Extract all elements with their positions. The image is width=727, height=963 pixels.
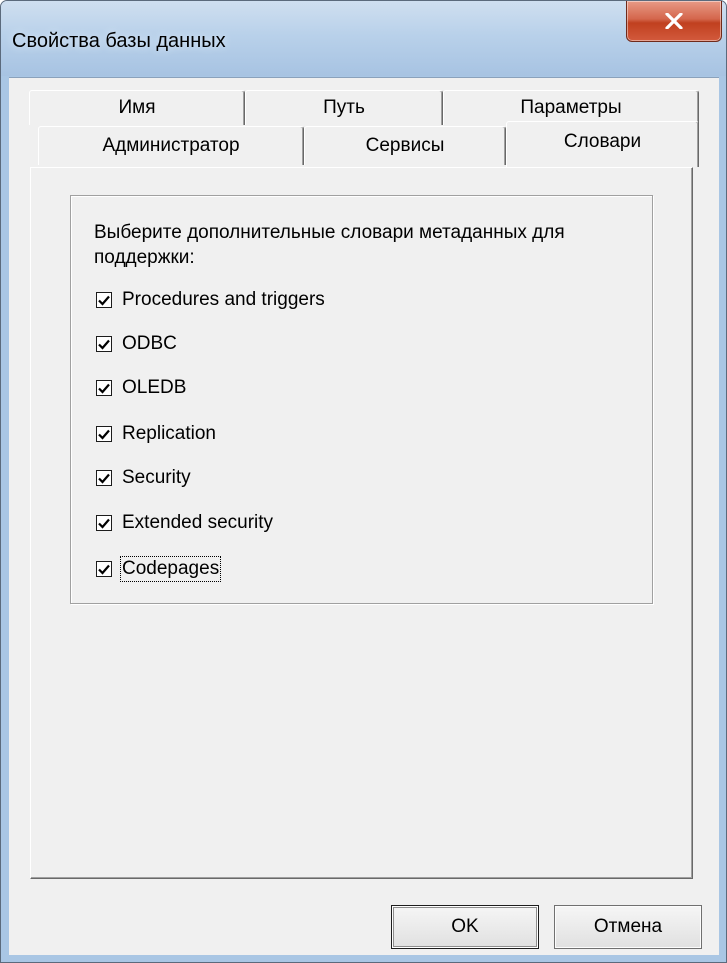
tab-label: Словари <box>563 131 642 152</box>
option-security[interactable]: Security <box>96 466 191 490</box>
option-extended-security[interactable]: Extended security <box>96 511 273 535</box>
window-title: Свойства базы данных <box>12 30 226 52</box>
checkbox[interactable] <box>96 292 112 308</box>
checkmark-icon <box>98 383 110 394</box>
tab-administrator[interactable]: Администратор <box>38 126 304 165</box>
checkbox[interactable] <box>96 426 112 442</box>
checkmark-icon <box>98 295 110 306</box>
option-procedures-and-triggers[interactable]: Procedures and triggers <box>96 288 325 312</box>
checkmark-icon <box>98 564 110 575</box>
tab-panel-dictionaries: Выберите дополнительные словари метаданн… <box>30 167 693 879</box>
checkbox-label: Replication <box>122 423 216 444</box>
dialog-window: Свойства базы данных Имя Путь Параметры … <box>0 0 727 963</box>
close-icon <box>665 13 683 29</box>
checkbox-label: Codepages <box>119 556 222 582</box>
tab-label: Имя <box>118 97 156 118</box>
tab-services[interactable]: Сервисы <box>304 126 506 165</box>
tab-label: Путь <box>323 97 365 118</box>
ok-button-label: OK <box>451 916 479 937</box>
checkbox-label: OLEDB <box>122 377 187 398</box>
description-text: Выберите дополнительные словари метаданн… <box>94 222 565 268</box>
checkbox[interactable] <box>96 470 112 486</box>
option-codepages[interactable]: Codepages <box>96 556 222 582</box>
tab-path[interactable]: Путь <box>245 90 443 125</box>
option-oledb[interactable]: OLEDB <box>96 376 186 400</box>
checkmark-icon <box>98 339 110 350</box>
tab-parameters[interactable]: Параметры <box>443 90 699 125</box>
checkbox[interactable] <box>96 336 112 352</box>
option-odbc[interactable]: ODBC <box>96 332 177 356</box>
tab-label: Параметры <box>520 97 622 118</box>
checkbox-label: ODBC <box>122 333 177 354</box>
checkmark-icon <box>98 429 110 440</box>
tab-name[interactable]: Имя <box>29 90 245 125</box>
dictionaries-groupbox: Выберите дополнительные словари метаданн… <box>70 195 653 604</box>
checkbox[interactable] <box>96 561 112 577</box>
tab-dictionaries[interactable]: Словари <box>506 121 699 167</box>
title-bar[interactable]: Свойства базы данных <box>1 1 726 76</box>
checkbox-label: Extended security <box>122 512 274 533</box>
close-button[interactable] <box>626 1 722 42</box>
checkbox-label: Security <box>122 467 191 488</box>
checkbox[interactable] <box>96 515 112 531</box>
checkbox-label: Procedures and triggers <box>122 289 325 310</box>
checkmark-icon <box>98 473 110 484</box>
cancel-button-label: Отмена <box>593 916 663 937</box>
checkmark-icon <box>98 518 110 529</box>
tab-label: Сервисы <box>365 135 445 156</box>
ok-button[interactable]: OK <box>391 905 539 949</box>
tab-label: Администратор <box>102 135 240 156</box>
option-replication[interactable]: Replication <box>96 422 216 446</box>
cancel-button[interactable]: Отмена <box>554 905 702 949</box>
dialog-client-area: Имя Путь Параметры Администратор Сервисы… <box>9 77 719 955</box>
checkbox[interactable] <box>96 380 112 396</box>
